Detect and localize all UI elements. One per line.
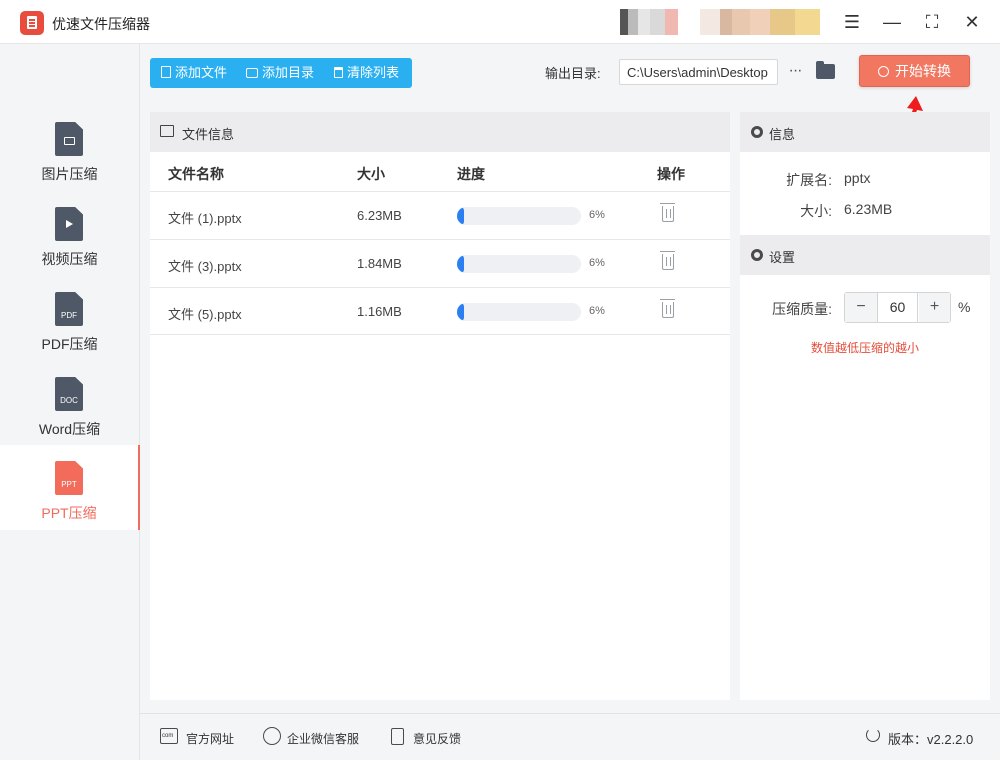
file-panel-header: 文件信息 [150,112,730,152]
table-row[interactable]: 文件 (3).pptx 1.84MB 6% [150,239,730,287]
image-file-icon [55,122,83,156]
sidebar-item-label: PDF压缩 [41,336,98,352]
trash-icon [334,67,343,78]
image-icon [160,125,174,137]
app-logo [20,11,44,35]
output-directory-input[interactable] [619,59,778,85]
column-header-name: 文件名称 [168,166,224,182]
chat-icon [263,727,281,745]
file-name: 文件 (3).pptx [168,259,242,274]
version-text: 版本：v2.2.2.0 [888,732,974,747]
size-label: 大小: [800,203,832,219]
ppt-file-icon: PPT [55,461,83,495]
sidebar-item-pdf[interactable]: PDF PDF压缩 [0,280,139,365]
sidebar-item-label: Word压缩 [38,421,101,437]
spinner-icon [878,66,889,77]
website-icon [160,728,178,744]
settings-header: 设置 [740,235,990,275]
file-name: 文件 (1).pptx [168,211,242,226]
column-header-progress: 进度 [457,166,485,182]
progress-fill [457,207,465,225]
size-value: 6.23MB [844,201,893,217]
sidebar-item-image[interactable]: 图片压缩 [0,110,139,195]
gear-icon [751,126,763,138]
file-size: 1.84MB [357,256,402,271]
add-directory-button[interactable]: 添加目录 [246,65,314,81]
menu-icon[interactable]: ☰ [840,10,864,34]
sidebar-item-label: 视频压缩 [41,251,98,267]
clear-list-button[interactable]: 清除列表 [334,65,399,81]
sidebar-item-word[interactable]: DOC Word压缩 [0,365,139,450]
sidebar-item-ppt[interactable]: PPT PPT压缩 [0,445,140,530]
browse-folder-icon[interactable] [816,61,835,79]
file-icon [161,66,171,78]
table-row[interactable]: 文件 (5).pptx 1.16MB 6% [150,287,730,335]
info-header: 信息 [740,112,990,152]
info-settings-panel: 信息 扩展名: pptx 大小: 6.23MB 设置 压缩质量: − 60 + … [740,112,990,700]
table-row[interactable]: 文件 (1).pptx 6.23MB 6% [150,191,730,239]
extension-label: 扩展名: [786,172,832,188]
sidebar-item-video[interactable]: 视频压缩 [0,195,139,280]
progress-percent: 6% [589,257,605,269]
add-file-button[interactable]: 添加文件 [161,65,227,81]
percent-unit: % [958,299,971,315]
delete-icon[interactable] [660,299,675,318]
file-name: 文件 (5).pptx [168,307,242,322]
increase-button[interactable]: + [919,293,950,322]
gear-icon [751,249,763,261]
pdf-file-icon: PDF [55,292,83,326]
file-size: 6.23MB [357,208,402,223]
title-bar: 优速文件压缩器 ☰ — ⛶ ✕ [0,0,1000,44]
wechat-service-link[interactable]: 企业微信客服 [287,730,359,747]
refresh-icon[interactable] [866,728,880,742]
sidebar-item-label: 图片压缩 [41,166,98,182]
video-file-icon [55,207,83,241]
file-button-group: 添加文件 添加目录 清除列表 [150,58,412,88]
file-list-panel: 文件信息 文件名称 大小 进度 操作 文件 (1).pptx 6.23MB 6%… [150,112,730,700]
website-link[interactable]: 官方网址 [186,730,234,747]
progress-fill [457,255,465,273]
progress-bar [457,303,581,321]
folder-icon [246,68,258,78]
extension-value: pptx [844,170,871,186]
progress-bar [457,255,581,273]
column-header-action: 操作 [657,166,685,182]
app-title: 优速文件压缩器 [52,16,150,32]
feedback-icon [391,728,404,745]
delete-icon[interactable] [660,251,675,270]
column-header-size: 大小 [357,166,385,182]
info-title: 信息 [769,127,796,142]
quality-hint: 数值越低压缩的越小 [810,341,919,355]
progress-percent: 6% [589,305,605,317]
file-panel-title: 文件信息 [182,127,235,142]
start-convert-button[interactable]: 开始转换 [859,55,970,87]
minimize-icon[interactable]: — [880,10,904,34]
progress-bar [457,207,581,225]
quality-value[interactable]: 60 [877,293,918,322]
delete-icon[interactable] [660,203,675,222]
user-avatar[interactable] [620,9,820,35]
settings-title: 设置 [769,250,796,265]
close-icon[interactable]: ✕ [960,10,984,34]
more-icon[interactable]: ··· [786,59,804,85]
quality-stepper[interactable]: − 60 + [844,292,951,323]
quality-label: 压缩质量: [772,301,832,317]
maximize-icon[interactable]: ⛶ [920,10,944,34]
sidebar: 图片压缩 视频压缩 PDF PDF压缩 DOC Word压缩 PPT PPT压缩 [0,44,140,760]
progress-percent: 6% [589,209,605,221]
output-directory-label: 输出目录: [545,66,601,81]
feedback-link[interactable]: 意见反馈 [413,730,461,747]
decrease-button[interactable]: − [845,293,877,322]
doc-file-icon: DOC [55,377,83,411]
sidebar-item-label: PPT压缩 [41,505,97,521]
file-size: 1.16MB [357,304,402,319]
progress-fill [457,303,465,321]
